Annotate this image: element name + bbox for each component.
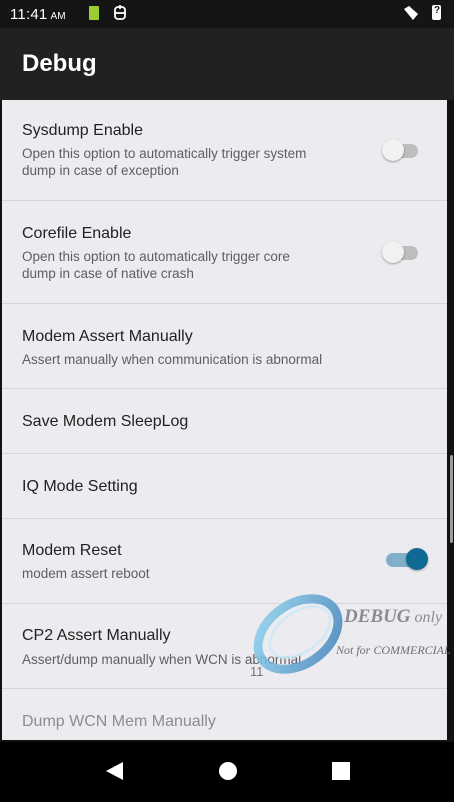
setting-dump-wcn-mem[interactable]: Dump WCN Mem Manually xyxy=(2,689,447,740)
watermark-only-text: only xyxy=(414,609,443,626)
sim-card-icon xyxy=(89,6,99,20)
navigation-bar xyxy=(0,742,454,802)
debug-watermark: DEBUG only Not for COMMERCIAL xyxy=(250,588,454,680)
watermark-text: DEBUG only xyxy=(344,606,442,628)
scrollbar[interactable] xyxy=(450,455,453,543)
setting-title: Save Modem SleepLog xyxy=(22,413,189,430)
setting-title: Sysdump Enable xyxy=(22,122,143,139)
setting-title: Modem Assert Manually xyxy=(22,328,193,345)
setting-summary: Open this option to automatically trigge… xyxy=(22,146,307,178)
page-title: Debug xyxy=(22,50,97,77)
back-icon[interactable] xyxy=(103,760,125,782)
status-bar: 11:41 AM xyxy=(0,0,454,28)
switch-thumb xyxy=(382,241,404,263)
setting-title: Modem Reset xyxy=(22,542,122,559)
status-time: 11:41 AM xyxy=(10,6,66,23)
setting-summary: Assert manually when communication is ab… xyxy=(22,352,323,367)
sysdump-toggle-switch[interactable] xyxy=(382,137,422,165)
setting-save-modem-sleeplog[interactable]: Save Modem SleepLog xyxy=(2,389,447,454)
setting-title: Corefile Enable xyxy=(22,225,132,242)
setting-corefile-enable[interactable]: Corefile Enable Open this option to auto… xyxy=(2,201,447,304)
switch-thumb xyxy=(382,139,404,161)
modem-reset-toggle-switch[interactable] xyxy=(382,546,428,574)
setting-title: CP2 Assert Manually xyxy=(22,627,171,644)
watermark-subtext: Not for COMMERCIAL xyxy=(336,643,451,657)
clock-ampm: AM xyxy=(50,11,66,22)
setting-summary: modem assert reboot xyxy=(22,566,150,581)
setting-title: Dump WCN Mem Manually xyxy=(22,713,216,730)
setting-summary: Open this option to automatically trigge… xyxy=(22,249,290,281)
app-bar: Debug xyxy=(0,28,454,100)
setting-modem-assert-manually[interactable]: Modem Assert Manually Assert manually wh… xyxy=(2,304,447,389)
switch-thumb xyxy=(406,548,428,570)
setting-iq-mode[interactable]: IQ Mode Setting xyxy=(2,454,447,519)
signal-icon xyxy=(404,6,418,20)
clock-time: 11:41 xyxy=(10,6,48,23)
watermark-main-text: DEBUG xyxy=(344,606,411,627)
watermark-logo-icon xyxy=(253,594,343,674)
home-icon[interactable] xyxy=(217,760,239,782)
page-number: 11 xyxy=(250,664,264,679)
setting-sysdump-enable[interactable]: Sysdump Enable Open this option to autom… xyxy=(2,100,447,201)
recents-icon[interactable] xyxy=(330,760,352,782)
corefile-toggle-switch[interactable] xyxy=(382,239,422,267)
usb-debug-icon xyxy=(114,5,126,20)
setting-title: IQ Mode Setting xyxy=(22,478,138,495)
battery-unknown-icon xyxy=(432,5,441,20)
